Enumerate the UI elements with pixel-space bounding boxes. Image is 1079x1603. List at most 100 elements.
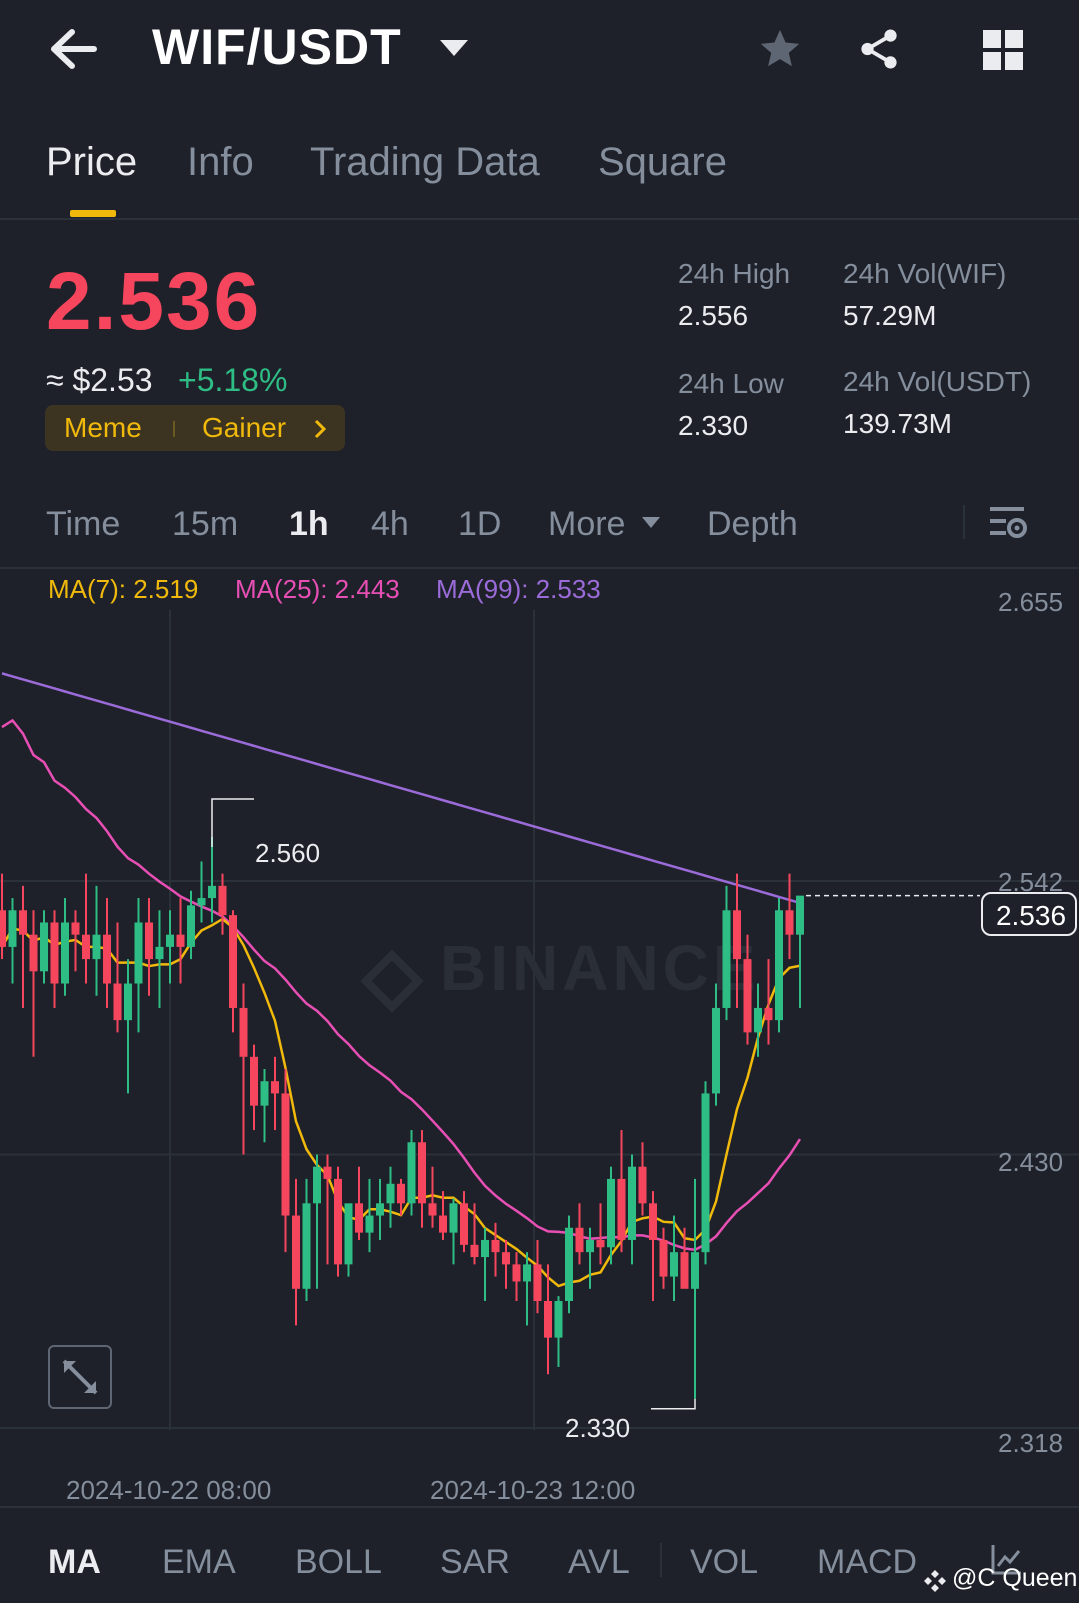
tabs-divider — [0, 218, 1079, 220]
candle-body — [554, 1301, 563, 1338]
change-percent: +5.18% — [178, 362, 288, 398]
active-tab-indicator — [70, 210, 116, 217]
candle-body — [544, 1301, 552, 1338]
high-value: 2.556 — [678, 300, 749, 331]
candle-body — [607, 1178, 615, 1248]
candle-body — [82, 934, 90, 960]
chart-settings-icon[interactable] — [990, 505, 1028, 541]
candle-body — [523, 1264, 531, 1282]
high-marker-leader — [211, 798, 254, 848]
candle-body — [145, 922, 153, 960]
y-tick-label: 2.655 — [998, 587, 1064, 617]
candle-body — [92, 934, 101, 960]
candle-body — [103, 934, 111, 984]
interval-15m[interactable]: 15m — [172, 505, 238, 544]
candle-body — [155, 946, 164, 960]
interval-depth[interactable]: Depth — [707, 505, 798, 544]
candle-body — [113, 983, 122, 1021]
indicator-sar[interactable]: SAR — [440, 1543, 510, 1582]
candle-body — [628, 1166, 636, 1240]
candle-body — [8, 910, 17, 947]
caret-down-icon[interactable] — [440, 40, 468, 56]
candle-body — [61, 922, 69, 984]
indicator-ma[interactable]: MA — [48, 1543, 101, 1582]
candle-body — [376, 1203, 384, 1216]
candle-body — [785, 910, 794, 935]
tag-separator — [173, 421, 175, 437]
candle-body — [712, 1007, 720, 1094]
candle-body — [208, 885, 216, 899]
candle-body — [691, 1252, 699, 1289]
candle-body — [260, 1081, 269, 1106]
candle-body — [0, 910, 6, 947]
candle-body — [218, 885, 227, 916]
candle-body — [250, 1056, 258, 1106]
indicator-ema[interactable]: EMA — [162, 1543, 236, 1582]
candle-body — [397, 1183, 405, 1204]
candle-body — [680, 1252, 689, 1289]
low-marker-label: 2.330 — [565, 1413, 631, 1443]
interval-4h[interactable]: 4h — [371, 505, 409, 544]
chevron-right-icon[interactable] — [312, 418, 328, 440]
tab-square[interactable]: Square — [598, 140, 727, 185]
y-tick-label: 2.430 — [998, 1147, 1064, 1177]
grid-icon[interactable] — [983, 30, 1023, 70]
interval-time[interactable]: Time — [46, 505, 120, 544]
candle-body — [407, 1142, 416, 1204]
candle-body — [334, 1178, 342, 1265]
chart-top-divider — [0, 567, 1079, 569]
candle-body — [754, 1007, 762, 1033]
binance-watermark-icon — [360, 949, 424, 1013]
vol-quote-value: 139.73M — [843, 408, 952, 439]
high-marker-label: 2.560 — [255, 838, 321, 868]
candle-body — [187, 905, 195, 947]
expand-icon — [62, 1359, 98, 1395]
candle-body — [40, 922, 48, 972]
usd-equivalent: ≈ $2.53 — [46, 362, 153, 398]
binance-logo-icon — [924, 1570, 946, 1592]
indicator-macd[interactable]: MACD — [817, 1543, 917, 1582]
pair-title[interactable]: WIF/USDT — [152, 18, 402, 76]
tag-gainer[interactable]: Gainer — [202, 412, 286, 444]
chart-bottom-divider — [0, 1506, 1079, 1508]
candle-body — [649, 1203, 657, 1240]
candle-body — [460, 1203, 468, 1245]
share-icon[interactable] — [856, 26, 902, 72]
candlestick-chart[interactable]: BINANCE — [0, 610, 1079, 1485]
indicator-boll[interactable]: BOLL — [295, 1543, 382, 1582]
tab-price[interactable]: Price — [46, 140, 137, 185]
candle-body — [166, 934, 174, 947]
candle-body — [124, 983, 132, 1021]
interval-1h[interactable]: 1h — [289, 505, 329, 544]
candle-body — [355, 1203, 363, 1233]
back-arrow-icon[interactable] — [50, 28, 98, 70]
candle-body — [743, 959, 752, 1033]
high-label: 24h High — [678, 258, 791, 289]
indicator-vol[interactable]: VOL — [690, 1543, 758, 1582]
candle-body — [638, 1166, 647, 1204]
x-tick-label: 2024-10-22 08:00 — [66, 1475, 272, 1505]
expand-chart-button[interactable] — [48, 1345, 112, 1409]
y-tick-label: 2.318 — [998, 1428, 1064, 1458]
candle-body — [481, 1239, 489, 1258]
indicator-avl[interactable]: AVL — [568, 1543, 630, 1582]
candle-body — [292, 1215, 300, 1289]
tab-trading-data[interactable]: Trading Data — [310, 140, 540, 185]
candle-body — [701, 1093, 710, 1253]
candle-body — [176, 934, 185, 947]
tag-meme[interactable]: Meme — [64, 412, 142, 444]
candle-body — [733, 910, 741, 960]
star-icon[interactable] — [757, 26, 803, 72]
more-caret-icon[interactable] — [642, 517, 660, 528]
candle-body — [428, 1203, 437, 1216]
interval-more[interactable]: More — [548, 505, 625, 544]
candle-body — [29, 934, 38, 972]
candle-body — [134, 922, 143, 984]
ma99-legend: MA(99): 2.533 — [436, 574, 601, 604]
candle-body — [670, 1252, 678, 1277]
candle-body — [302, 1203, 311, 1289]
interval-1d[interactable]: 1D — [458, 505, 501, 544]
candle-body — [596, 1239, 605, 1248]
last-price: 2.536 — [46, 256, 262, 347]
tab-info[interactable]: Info — [187, 140, 254, 185]
